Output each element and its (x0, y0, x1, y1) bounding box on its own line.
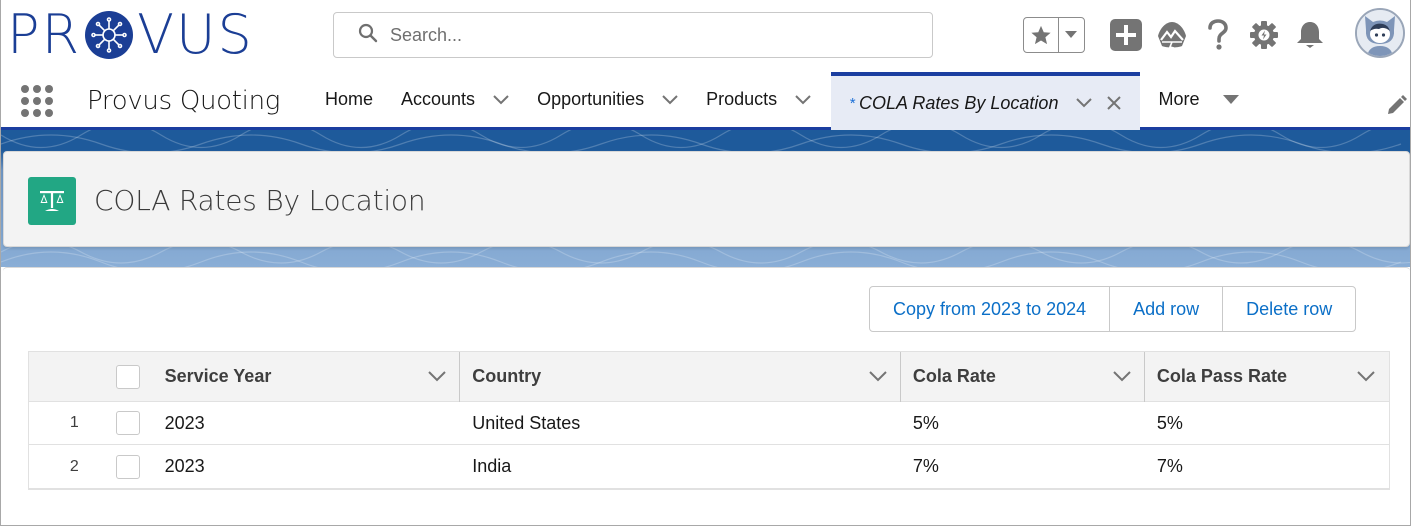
row-checkbox[interactable] (116, 411, 141, 435)
search-icon (358, 23, 378, 48)
provus-logo[interactable]: PR VUS (7, 8, 254, 62)
table-row: 1 2023 United States 5% 5% (29, 402, 1389, 445)
search-input[interactable] (390, 24, 910, 46)
column-header-cola-rate[interactable]: Cola Rate (901, 352, 1145, 402)
cell-cola-pass-rate[interactable]: 7% (1145, 445, 1389, 488)
table-actions: Copy from 2023 to 2024 Add row Delete ro… (869, 286, 1357, 332)
global-header: PR VUS (1, 0, 1410, 72)
cell-service-year[interactable]: 2023 (153, 445, 461, 488)
select-all-cell (104, 352, 153, 401)
favorites-button-group (1023, 17, 1085, 53)
add-row-button[interactable]: Add row (1110, 287, 1224, 331)
select-all-checkbox[interactable] (116, 364, 141, 389)
notification-bell-icon[interactable] (1293, 18, 1327, 52)
chevron-down-icon[interactable] (493, 94, 509, 105)
cell-service-year[interactable]: 2023 (153, 402, 461, 444)
nav-tabs: Home Accounts Opportunities Products * C… (311, 72, 1253, 130)
close-tab-icon[interactable] (1106, 95, 1122, 111)
column-header-label: Cola Pass Rate (1156, 366, 1287, 386)
row-number: 2 (69, 457, 79, 475)
nav-more-label: More (1158, 89, 1200, 109)
page-header: COLA Rates By Location (3, 151, 1410, 247)
cell-cola-rate[interactable]: 7% (901, 445, 1145, 488)
logo-text-end: VUS (137, 3, 254, 66)
unsaved-indicator: * (849, 94, 856, 112)
help-icon[interactable] (1201, 18, 1235, 52)
nav-tab-label: Opportunities (537, 89, 645, 109)
delete-row-button[interactable]: Delete row (1223, 287, 1355, 331)
row-select-cell (104, 402, 153, 444)
table-header-row: Service Year Country Cola Rate Cola Pass… (29, 352, 1389, 402)
add-icon[interactable] (1109, 18, 1143, 52)
logo-network-icon (85, 11, 134, 59)
utility-icons (1023, 14, 1327, 56)
setup-gear-icon[interactable] (1247, 18, 1281, 52)
column-header-country[interactable]: Country (460, 352, 901, 402)
column-header-label: Country (472, 366, 542, 386)
chevron-down-icon[interactable] (1357, 366, 1375, 387)
chevron-down-icon[interactable] (1113, 366, 1131, 387)
cell-country[interactable]: India (460, 445, 901, 488)
chevron-down-icon[interactable] (795, 94, 811, 105)
chevron-down-icon[interactable] (428, 366, 446, 387)
row-checkbox[interactable] (116, 454, 141, 479)
favorites-menu-icon[interactable] (1059, 18, 1084, 52)
star-icon[interactable] (1024, 18, 1059, 52)
copy-year-button[interactable]: Copy from 2023 to 2024 (870, 287, 1111, 331)
logo-text-start: PR (7, 3, 82, 66)
app-launcher-icon[interactable] (20, 84, 54, 118)
table-row: 2 2023 India 7% 7% (29, 445, 1389, 488)
nav-tab-home[interactable]: Home (311, 72, 387, 127)
nav-tab-label: COLA Rates By Location (859, 92, 1059, 113)
nav-tab-accounts[interactable]: Accounts (387, 72, 523, 127)
page-title: COLA Rates By Location (94, 184, 426, 217)
scales-icon (28, 177, 76, 225)
edit-nav-pencil-icon[interactable] (1386, 94, 1408, 121)
column-header-label: Service Year (164, 366, 272, 386)
row-number-header (29, 352, 104, 401)
chevron-down-icon[interactable] (1076, 98, 1093, 108)
row-select-cell (104, 445, 153, 488)
trailhead-icon[interactable] (1155, 18, 1189, 52)
chevron-down-icon[interactable] (869, 366, 887, 387)
cola-rates-table: Service Year Country Cola Rate Cola Pass… (28, 351, 1390, 490)
caret-down-icon (1223, 94, 1240, 105)
navigation-bar: Provus Quoting Home Accounts Opportuniti… (1, 72, 1410, 130)
nav-tab-opportunities[interactable]: Opportunities (523, 72, 692, 127)
nav-tab-label: Products (706, 89, 778, 109)
cell-cola-pass-rate[interactable]: 5% (1145, 402, 1389, 444)
chevron-down-icon[interactable] (662, 94, 678, 105)
app-name: Provus Quoting (87, 86, 281, 116)
nav-tab-label: Accounts (401, 89, 476, 109)
app-window: PR VUS Search... Provus Quoting Home Acc… (0, 0, 1411, 526)
cell-cola-rate[interactable]: 5% (901, 402, 1145, 444)
nav-tab-products[interactable]: Products (692, 72, 825, 127)
column-header-label: Cola Rate (912, 366, 996, 386)
row-number: 1 (69, 414, 79, 431)
nav-tab-cola-rates-by-location[interactable]: * COLA Rates By Location (831, 72, 1141, 130)
global-search[interactable] (333, 12, 933, 58)
user-avatar[interactable] (1355, 8, 1405, 58)
column-header-cola-pass-rate[interactable]: Cola Pass Rate (1145, 352, 1389, 401)
nav-tab-label: Home (325, 89, 374, 109)
column-header-service-year[interactable]: Service Year (153, 352, 461, 402)
cell-country[interactable]: United States (460, 402, 901, 444)
nav-more-menu[interactable]: More (1140, 72, 1253, 127)
